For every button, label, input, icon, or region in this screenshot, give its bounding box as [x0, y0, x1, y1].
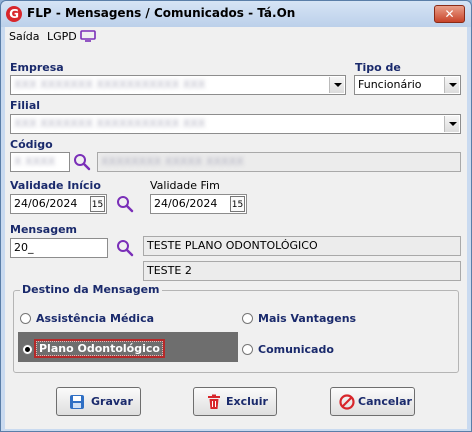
chevron-down-icon[interactable] — [444, 77, 459, 93]
close-button[interactable]: ✕ — [434, 5, 465, 23]
tv-icon[interactable] — [80, 30, 96, 42]
mensagem-label: Mensagem — [10, 223, 78, 236]
radio-dot[interactable] — [22, 344, 33, 355]
validade-inicio-label: Validade Início — [10, 179, 101, 192]
menu-lgpd[interactable]: LGPD — [47, 30, 77, 43]
mensagem-description: TESTE PLANO ODONTOLÓGICO — [143, 236, 461, 256]
mensagem-description-2: TESTE 2 — [143, 261, 461, 281]
search-icon[interactable] — [116, 195, 134, 213]
radio-dot[interactable] — [242, 313, 253, 324]
radio-label: Assistência Médica — [36, 312, 155, 325]
validade-fim-label: Validade Fim — [150, 179, 220, 192]
radio-dot[interactable] — [20, 313, 31, 324]
chevron-down-icon[interactable] — [329, 77, 344, 93]
gravar-button[interactable]: Gravar — [56, 387, 141, 416]
calendar-icon[interactable]: 15 — [230, 196, 245, 212]
search-icon[interactable] — [73, 153, 91, 171]
window-title: FLP - Mensagens / Comunicados - Tá.On — [27, 6, 296, 20]
empresa-label: Empresa — [10, 61, 64, 74]
mensagem-value: 20_ — [14, 241, 34, 254]
chevron-down-icon[interactable] — [444, 116, 459, 132]
radio-label: Mais Vantagens — [258, 312, 357, 325]
app-logo-icon: G — [6, 6, 22, 22]
validade-inicio-value: 24/06/2024 — [14, 197, 78, 210]
codigo-value: X XXXX — [14, 155, 56, 168]
cancelar-button[interactable]: Cancelar — [330, 387, 415, 416]
client-area: Saída LGPD Empresa XXX XXXXXXX XXXXXXXXX… — [5, 27, 467, 429]
menu-saida[interactable]: Saída — [9, 30, 40, 43]
radio-label: Plano Odontológico — [34, 339, 165, 358]
radio-label: Comunicado — [258, 343, 334, 356]
tipo-mensagem-select[interactable]: Funcionário — [354, 75, 461, 95]
filial-value: XXX XXXXXXX XXXXXXXXXXX XXX — [14, 117, 206, 130]
excluir-label: Excluir — [226, 395, 268, 408]
validade-fim-value: 24/06/2024 — [154, 197, 218, 210]
title-bar[interactable]: G FLP - Mensagens / Comunicados - Tá.On … — [1, 1, 471, 27]
menu-bar: Saída LGPD — [5, 27, 467, 45]
codigo-input[interactable]: X XXXX — [10, 152, 70, 172]
validade-inicio-input[interactable]: 24/06/2024 15 — [10, 194, 107, 214]
empresa-value: XXX XXXXXXX XXXXXXXXXXX XXX — [14, 78, 206, 91]
cancel-icon — [339, 394, 355, 410]
search-icon[interactable] — [116, 239, 134, 257]
radio-dot[interactable] — [242, 344, 253, 355]
trash-icon — [208, 394, 220, 409]
destino-groupbox: Destino da Mensagem Assistência Médica M… — [13, 283, 459, 373]
codigo-desc-value: XXXXXXXX XXXXX XXXXX — [101, 155, 244, 168]
filial-select[interactable]: XXX XXXXXXX XXXXXXXXXXX XXX — [10, 114, 461, 134]
cancelar-label: Cancelar — [358, 395, 412, 408]
codigo-label: Código — [10, 138, 53, 151]
save-icon — [70, 395, 84, 409]
calendar-icon[interactable]: 15 — [90, 196, 105, 212]
empresa-select[interactable]: XXX XXXXXXX XXXXXXXXXXX XXX — [10, 75, 346, 95]
tipo-mensagem-value: Funcionário — [358, 78, 422, 91]
main-window: G FLP - Mensagens / Comunicados - Tá.On … — [0, 0, 472, 432]
mensagem-input[interactable]: 20_ — [10, 238, 108, 258]
destino-title: Destino da Mensagem — [20, 283, 162, 296]
codigo-description: XXXXXXXX XXXXX XXXXX — [97, 152, 461, 172]
validade-fim-input[interactable]: 24/06/2024 15 — [150, 194, 247, 214]
excluir-button[interactable]: Excluir — [193, 387, 277, 416]
gravar-label: Gravar — [91, 395, 133, 408]
filial-label: Filial — [10, 99, 41, 112]
